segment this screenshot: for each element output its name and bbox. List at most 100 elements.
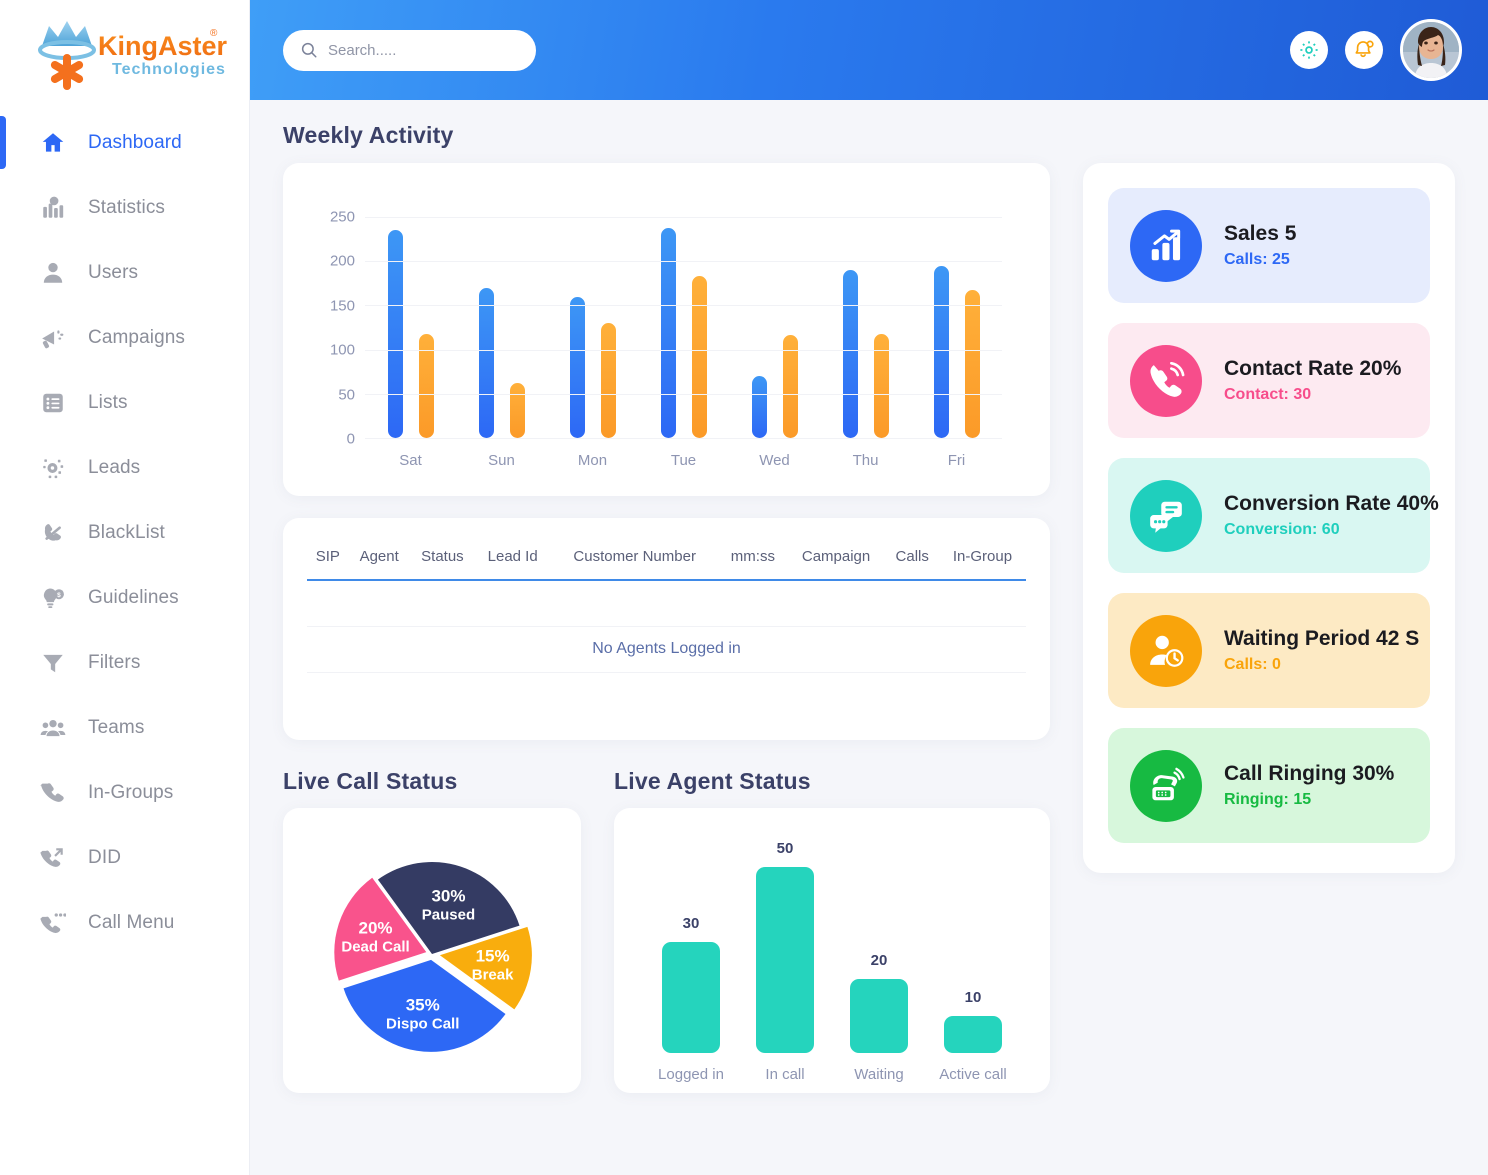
sidebar-item-in-groups[interactable]: In-Groups xyxy=(0,760,249,825)
stat-card-text: Call Ringing 30% Ringing: 15 xyxy=(1224,762,1394,809)
main-content: Weekly Activity Sat Sun Mon Tue Wed Thu Fri 0 5… xyxy=(250,100,1488,1175)
agents-table-head: SIP Agent Status Lead Id Customer Number mm:s… xyxy=(307,540,1026,580)
content-columns: Sat Sun Mon Tue Wed Thu Fri 0 50 100 150 200 250 SI… xyxy=(283,163,1455,1093)
y-axis-tick-label: 200 xyxy=(329,252,355,270)
stat-card-text: Sales 5 Calls: 25 xyxy=(1224,222,1296,269)
stat-card-waiting-period[interactable]: Waiting Period 42 S Calls: 0 xyxy=(1108,593,1430,708)
stat-card-subtitle: Ringing: 15 xyxy=(1224,791,1312,808)
agents-table-column-header[interactable]: Lead Id xyxy=(475,540,550,580)
phone-waves-icon xyxy=(1130,344,1202,417)
agents-table-column-header[interactable]: SIP xyxy=(307,540,349,580)
right-column: Weekly Activity Sat Sun Mon Tue Wed Thu Fri 0 5… xyxy=(250,0,1488,1175)
stat-card-subtitle: Calls: 25 xyxy=(1224,251,1290,268)
list-icon xyxy=(38,388,68,418)
live-agent-status-title: Live Agent Status xyxy=(614,768,811,794)
live-call-status-pie-chart: 30%Paused 15%Break 35%Dispo Call 20%Dead Ca… xyxy=(334,861,532,1052)
sidebar-item-label: BlackList xyxy=(88,521,165,543)
agents-table-column-header[interactable]: In-Group xyxy=(939,540,1026,580)
agent-chart-bar xyxy=(756,867,814,1053)
search-box[interactable] xyxy=(283,29,536,71)
agents-table-body: No Agents Logged in xyxy=(307,580,1026,718)
chart-bar xyxy=(691,276,707,438)
agent-chart-value-label: 10 xyxy=(964,988,982,1006)
sidebar-item-did[interactable]: DID xyxy=(0,825,249,890)
agents-table-column-header[interactable]: Calls xyxy=(885,540,939,580)
user-avatar[interactable] xyxy=(1400,19,1462,81)
stat-cards-panel: Sales 5 Calls: 25 Contact Rate 20% Contact:… xyxy=(1083,163,1455,873)
stat-card-text: Contact Rate 20% Contact: 30 xyxy=(1224,357,1401,404)
sidebar-item-filters[interactable]: Filters xyxy=(0,630,249,695)
pie-slice-value: 30% xyxy=(431,886,465,905)
x-axis-tick-label: Tue xyxy=(670,452,697,469)
gear-icon xyxy=(1300,41,1318,59)
x-axis-tick-label: Mon xyxy=(577,452,608,469)
chart-bar-group: Wed xyxy=(729,217,820,469)
agents-table-column-header[interactable]: Customer Number xyxy=(550,540,719,580)
brand-logo[interactable]: KingAsterisk ® Technologies xyxy=(0,0,249,100)
search-input[interactable] xyxy=(328,41,519,59)
chart-bar-group: Tue xyxy=(638,217,729,469)
sidebar-item-leads[interactable]: Leads xyxy=(0,435,249,500)
funnel-icon xyxy=(38,648,68,678)
kingasterisk-logo-icon: KingAsterisk ® Technologies xyxy=(37,21,228,90)
chart-bar-group: Thu xyxy=(820,217,911,469)
stat-card-conversion-rate[interactable]: Conversion Rate 40% Conversion: 60 xyxy=(1108,458,1439,573)
phone-slash-icon xyxy=(38,518,68,548)
sidebar-item-guidelines[interactable]: $ Guidelines xyxy=(0,565,249,630)
sidebar-item-campaigns[interactable]: Campaigns xyxy=(0,305,249,370)
sidebar-item-lists[interactable]: Lists xyxy=(0,370,249,435)
chart-gridline: 150 xyxy=(330,297,1002,314)
x-axis-tick-label: Wed xyxy=(759,452,790,469)
svg-text:KingAsterisk: KingAsterisk xyxy=(98,31,228,61)
settings-button[interactable] xyxy=(1290,31,1328,69)
notifications-button[interactable] xyxy=(1345,31,1383,69)
sidebar-item-call-menu[interactable]: Call Menu xyxy=(0,890,249,955)
table-empty-row: No Agents Logged in xyxy=(307,626,1026,673)
x-axis-tick-label: Fri xyxy=(947,452,966,469)
agent-chart-category-label: Active call xyxy=(939,1066,1007,1083)
sidebar-item-teams[interactable]: Teams xyxy=(0,695,249,760)
x-axis-tick-label: Thu xyxy=(852,452,879,469)
y-axis-tick-label: 0 xyxy=(346,430,355,448)
live-agent-status-section: Live Agent Status 30 Logged in 50 In call 20… xyxy=(614,768,1050,1093)
stat-card-sales[interactable]: Sales 5 Calls: 25 xyxy=(1108,188,1430,303)
side-column: Sales 5 Calls: 25 Contact Rate 20% Contact:… xyxy=(1083,163,1455,873)
bar-chart-icon xyxy=(38,193,68,223)
sidebar-item-label: Lists xyxy=(88,391,128,413)
sidebar-item-label: Dashboard xyxy=(88,131,182,153)
sidebar-item-label: Statistics xyxy=(88,196,166,218)
chart-gridline: 50 xyxy=(338,386,1002,403)
sidebar-item-label: DID xyxy=(88,846,122,868)
agents-table-column-header[interactable]: Status xyxy=(410,540,475,580)
chart-bar xyxy=(751,376,767,438)
topbar-actions xyxy=(1290,19,1462,81)
sidebar-item-statistics[interactable]: Statistics xyxy=(0,175,249,240)
sidebar-item-label: Guidelines xyxy=(88,586,179,608)
stat-card-contact-rate[interactable]: Contact Rate 20% Contact: 30 xyxy=(1108,323,1430,438)
agents-table-column-header[interactable]: Agent xyxy=(349,540,410,580)
weekly-activity-chart-card: Sat Sun Mon Tue Wed Thu Fri 0 50 100 150 200 250 xyxy=(283,163,1050,496)
live-call-status-section: Live Call Status 30% Paused 15% Break 35% Dis… xyxy=(283,768,581,1093)
stat-card-title: Conversion Rate 40% xyxy=(1224,492,1439,515)
avatar-image xyxy=(1403,22,1459,78)
agents-table-column-header[interactable]: Campaign xyxy=(787,540,886,580)
megaphone-icon xyxy=(38,323,68,353)
chart-bar xyxy=(964,290,980,438)
table-row xyxy=(307,580,1026,627)
pie-slice-label: Break xyxy=(472,966,514,983)
stat-card-text: Conversion Rate 40% Conversion: 60 xyxy=(1224,492,1439,539)
y-axis-tick-label: 50 xyxy=(338,386,355,404)
sidebar-item-dashboard[interactable]: Dashboard xyxy=(0,110,249,175)
sidebar-item-label: Leads xyxy=(88,456,141,478)
stat-card-call-ringing[interactable]: Call Ringing 30% Ringing: 15 xyxy=(1108,728,1430,843)
sidebar-item-blacklist[interactable]: BlackList xyxy=(0,500,249,565)
user-icon xyxy=(38,258,68,288)
sidebar-item-label: Call Menu xyxy=(88,911,175,933)
agents-table-column-header[interactable]: mm:ss xyxy=(719,540,787,580)
stat-card-text: Waiting Period 42 S Calls: 0 xyxy=(1224,627,1419,674)
sidebar: KingAsterisk ® Technologies Dashboard St… xyxy=(0,0,250,1175)
pie-slice-label: Paused xyxy=(422,906,475,923)
agent-chart-column: 20 Waiting xyxy=(832,842,926,1083)
search-icon xyxy=(301,42,317,58)
sidebar-item-users[interactable]: Users xyxy=(0,240,249,305)
